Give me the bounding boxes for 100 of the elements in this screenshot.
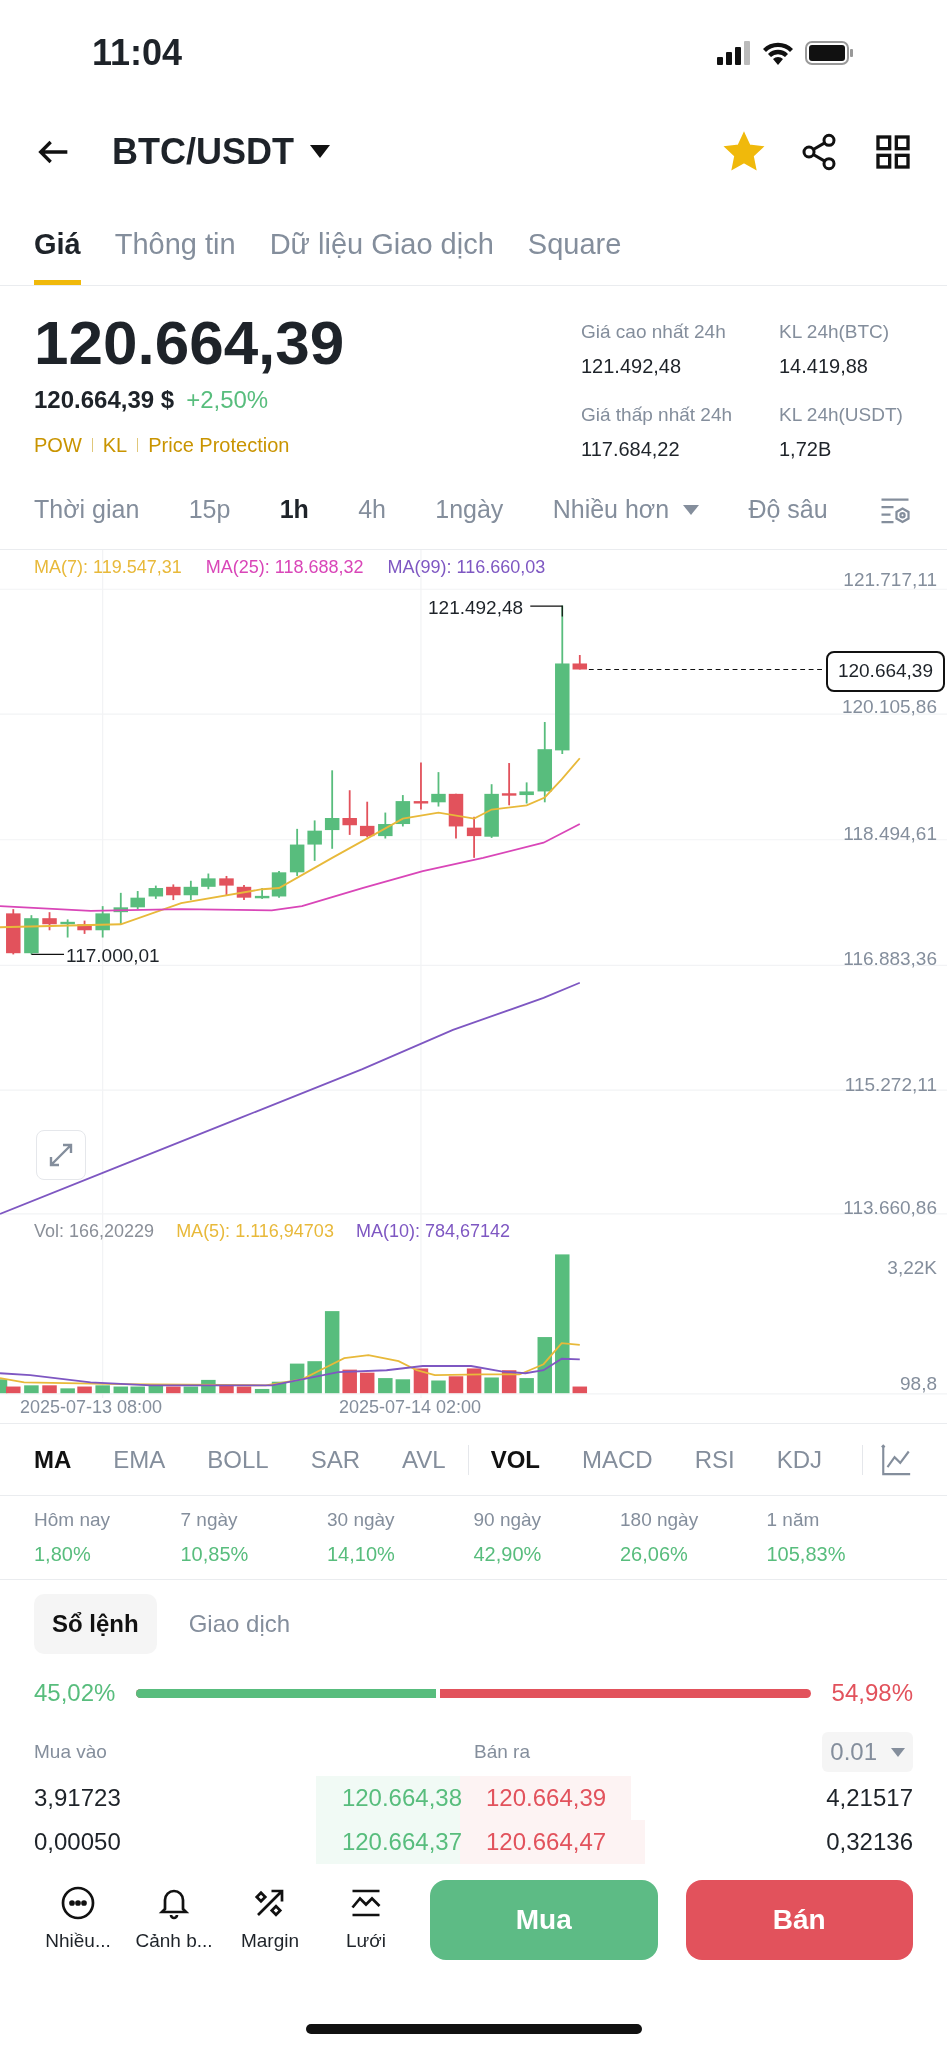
period-label: 1 năm: [766, 1508, 821, 1533]
indicator-tab[interactable]: AVL: [402, 1441, 446, 1478]
period-change: 105,83%: [766, 1541, 847, 1567]
price-axis-label: 121.717,11: [843, 568, 937, 592]
time-axis-label: 2025-07-13 08:00: [20, 1396, 163, 1419]
bid-price[interactable]: 120.664,38: [322, 1780, 462, 1816]
volume-bar: [537, 1337, 552, 1394]
tab[interactable]: Giá: [34, 204, 81, 285]
interval-option[interactable]: 4h: [358, 490, 386, 529]
candle: [519, 781, 534, 805]
bid-price[interactable]: 120.664,37: [322, 1824, 462, 1860]
action-button[interactable]: Cảnh b...: [130, 1884, 218, 1956]
volume-bar: [219, 1385, 234, 1394]
order-book-tab[interactable]: Giao dịch: [170, 1594, 309, 1654]
chart-line-icon[interactable]: [879, 1442, 913, 1477]
volume-bar: [60, 1388, 75, 1394]
status-time: 11:04: [92, 31, 183, 75]
volume-bar: [183, 1386, 199, 1394]
tab[interactable]: Square: [527, 204, 622, 285]
price-axis-label: 113.660,86: [843, 1196, 937, 1220]
period-change: 42,90%: [473, 1541, 543, 1567]
candle: [60, 918, 75, 939]
tag-label[interactable]: KL: [102, 430, 128, 460]
volume-bar: [484, 1377, 499, 1394]
fiat-price: 120.664,39 $: [34, 385, 175, 415]
expand-icon[interactable]: [36, 1130, 86, 1180]
volume-legend-label: MA(5): 1.116,94703: [176, 1220, 334, 1243]
stat-value: 117.684,22: [581, 436, 681, 462]
interval-option[interactable]: Độ sâu: [748, 490, 828, 529]
candle: [466, 815, 482, 859]
sell-ratio-label: 54,98%: [830, 1678, 913, 1708]
action-button[interactable]: Lưới: [322, 1884, 410, 1956]
high-price-label: 121.492,48: [428, 596, 524, 620]
stat-label: KL 24h(USDT): [779, 403, 904, 427]
indicator-tab[interactable]: MACD: [582, 1441, 653, 1478]
stat-label: KL 24h(BTC): [779, 320, 891, 344]
ask-price[interactable]: 120.664,47: [486, 1824, 607, 1860]
candle: [219, 875, 234, 897]
indicator-tab[interactable]: KDJ: [776, 1441, 823, 1478]
volume-bar: [413, 1368, 429, 1394]
tab[interactable]: Thông tin: [114, 204, 236, 285]
volume-bar: [359, 1372, 375, 1394]
indicator-tab[interactable]: BOLL: [207, 1441, 269, 1478]
candle: [42, 911, 57, 932]
bid-column-header: Mua vào: [34, 1739, 108, 1764]
ask-price[interactable]: 120.664,39: [486, 1780, 607, 1816]
candle: [289, 827, 305, 877]
volume-bar: [236, 1386, 252, 1394]
buy-ratio-label: 45,02%: [34, 1678, 117, 1708]
ma-legend-label: MA(99): 116.660,03: [387, 556, 546, 579]
candle: [448, 792, 464, 840]
precision-dropdown[interactable]: 0.01: [822, 1732, 913, 1772]
leader-line: [529, 605, 563, 617]
bid-amount: 0,00050: [34, 1827, 122, 1857]
volume-bar: [466, 1368, 482, 1394]
more-dropdown[interactable]: Nhiều hơn: [552, 490, 700, 529]
candle: [24, 914, 39, 956]
wifi-icon: [761, 41, 795, 65]
ma-legend-label: MA(7): 119.547,31: [34, 556, 182, 579]
period-label: 30 ngày: [327, 1508, 396, 1533]
indicator-tab[interactable]: SAR: [310, 1441, 361, 1478]
period-label: 7 ngày: [180, 1508, 239, 1533]
low-price-label: 117.000,01: [66, 944, 160, 968]
period-change: 26,06%: [620, 1541, 689, 1567]
action-button[interactable]: Margin: [226, 1884, 314, 1956]
volume-bar: [148, 1385, 164, 1394]
volume-bar: [289, 1363, 305, 1394]
volume-axis-label: 98,8: [900, 1372, 937, 1396]
stat-value: 14.419,88: [779, 353, 869, 379]
buy-button[interactable]: Mua: [430, 1880, 658, 1960]
tag-label[interactable]: Price Protection: [148, 430, 290, 460]
grid-icon[interactable]: [873, 132, 913, 172]
candle: [431, 771, 446, 808]
price-axis-label: 120.105,86: [841, 695, 937, 719]
period-label: Hôm nay: [34, 1508, 112, 1533]
period-change: 1,80%: [34, 1541, 92, 1567]
pair-title[interactable]: BTC/USDT: [112, 125, 294, 179]
order-book-tab[interactable]: Sổ lệnh: [34, 1594, 157, 1654]
indicator-tab[interactable]: RSI: [694, 1441, 735, 1478]
volume-bar: [24, 1385, 39, 1394]
sell-button[interactable]: Bán: [685, 1880, 913, 1960]
tab[interactable]: Dữ liệu Giao dịch: [269, 204, 494, 285]
tag-label[interactable]: POW: [34, 430, 82, 460]
indicator-tab[interactable]: VOL: [490, 1441, 540, 1478]
last-price: 120.664,39: [34, 308, 345, 378]
interval-option[interactable]: 15p: [188, 490, 231, 529]
ask-column-header: Bán ra: [474, 1739, 530, 1764]
indicator-tab[interactable]: EMA: [113, 1441, 166, 1478]
star-icon[interactable]: [723, 131, 765, 173]
interval-option[interactable]: 1h: [279, 490, 309, 529]
interval-option[interactable]: Thời gian: [34, 490, 140, 529]
action-button[interactable]: Nhiều...: [34, 1884, 122, 1956]
leader-line: [30, 953, 65, 955]
price-axis-label: 116.883,36: [843, 947, 937, 971]
stat-value: 1,72B: [779, 436, 833, 462]
indicator-tab[interactable]: MA: [34, 1441, 72, 1478]
interval-option[interactable]: 1ngày: [435, 490, 504, 529]
volume-bar: [431, 1380, 446, 1394]
caret-icon[interactable]: [310, 145, 330, 159]
candle: [95, 905, 110, 939]
